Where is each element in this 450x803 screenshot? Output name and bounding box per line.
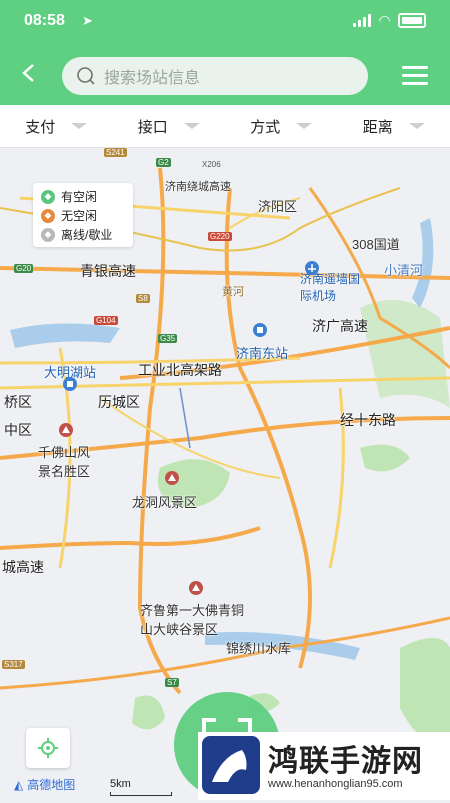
search-icon: [76, 66, 96, 86]
chevron-left-icon: [18, 62, 40, 84]
road-tag: S241: [104, 148, 127, 157]
filter-label: 方式: [250, 116, 280, 137]
app-header: 08:58 ➤ ◠ 搜索场站信息: [0, 0, 450, 105]
map-label: 青银高速: [80, 261, 136, 281]
scenic-spot-icon[interactable]: [58, 422, 74, 438]
amap-logo-icon: ◭: [14, 778, 23, 792]
attribution-label: 高德地图: [27, 776, 75, 793]
search-placeholder: 搜索场站信息: [104, 64, 200, 88]
road-tag: G2: [156, 158, 171, 167]
map-label: 济南绕城高速: [165, 178, 231, 194]
caret-down-icon: [71, 123, 87, 129]
train-station-icon[interactable]: [62, 376, 78, 392]
watermark-banner: 鸿联手游网 www.henanhonglian95.com: [198, 732, 450, 800]
map-label: 历城区: [98, 392, 140, 412]
road-tag: G20: [14, 264, 33, 273]
filter-mode[interactable]: 方式: [225, 105, 338, 147]
road-tag: G104: [94, 316, 118, 325]
map-label: 济广高速: [312, 316, 368, 336]
road-tag: S8: [136, 294, 150, 303]
map-label: 308国道: [352, 234, 400, 253]
watermark-logo: [202, 736, 260, 794]
scenic-spot-icon[interactable]: [188, 580, 204, 596]
wifi-icon: ◠: [379, 12, 390, 29]
map-label: 桥区: [4, 392, 32, 412]
battery-icon: [398, 13, 426, 28]
filter-distance[interactable]: 距离: [338, 105, 450, 147]
scale-bar: [110, 792, 172, 796]
filter-connector[interactable]: 接口: [113, 105, 226, 147]
list-menu-button[interactable]: [402, 66, 428, 86]
map-label: 齐鲁第一大佛青铜山大峡谷景区: [140, 600, 250, 638]
road-tag: G35: [158, 334, 177, 343]
train-station-icon[interactable]: [252, 322, 268, 338]
caret-down-icon: [409, 123, 425, 129]
watermark-title: 鸿联手游网: [268, 736, 423, 780]
map-label: 中区: [4, 420, 32, 440]
map-label: 济南东站: [236, 343, 288, 362]
status-bar: 08:58 ➤ ◠: [24, 12, 426, 32]
crosshair-icon: [37, 737, 59, 759]
map-label: 小清河: [384, 260, 423, 279]
road-tag: G220: [208, 232, 232, 241]
map-label: 黄河: [222, 283, 244, 299]
location-arrow-icon: ➤: [82, 13, 93, 29]
locate-me-button[interactable]: [26, 728, 70, 768]
airport-icon[interactable]: [304, 260, 320, 276]
filter-label: 距离: [363, 116, 393, 137]
caret-down-icon: [296, 123, 312, 129]
horse-logo-icon: [202, 736, 260, 794]
road-tag: S7: [165, 678, 179, 687]
legend-item-available: ◆ 有空闲: [41, 187, 125, 206]
legend-label: 无空闲: [61, 207, 97, 224]
map-label: 工业北高架路: [138, 360, 222, 380]
map-attribution: ◭ 高德地图: [14, 776, 75, 793]
busy-icon: ◆: [41, 209, 55, 223]
watermark-url: www.henanhonglian95.com: [268, 778, 403, 790]
signal-icon: [353, 14, 371, 27]
scale-label: 5km: [110, 778, 131, 790]
offline-icon: ◆: [41, 228, 55, 242]
search-input[interactable]: 搜索场站信息: [62, 57, 368, 95]
station-status-legend: ◆ 有空闲 ◆ 无空闲 ◆ 离线/歇业: [33, 183, 133, 247]
legend-label: 离线/歇业: [61, 226, 112, 243]
status-time: 08:58: [24, 12, 65, 30]
legend-item-busy: ◆ 无空闲: [41, 206, 125, 225]
map-label: 龙洞风景区: [132, 492, 197, 511]
filter-bar: 支付 接口 方式 距离: [0, 105, 450, 148]
legend-item-offline: ◆ 离线/歇业: [41, 225, 125, 244]
map-label: 济阳区: [258, 196, 297, 215]
filter-label: 接口: [138, 116, 168, 137]
available-icon: ◆: [41, 190, 55, 204]
legend-label: 有空闲: [61, 188, 97, 205]
road-tag: X206: [200, 160, 223, 169]
scenic-spot-icon[interactable]: [164, 470, 180, 486]
map-label: 千佛山风景名胜区: [38, 442, 100, 480]
filter-label: 支付: [25, 116, 55, 137]
road-tag: S317: [2, 660, 25, 669]
caret-down-icon: [184, 123, 200, 129]
map-label: 经十东路: [340, 410, 396, 430]
map-label: 城高速: [2, 557, 44, 577]
back-button[interactable]: [18, 62, 40, 84]
filter-payment[interactable]: 支付: [0, 105, 113, 147]
map-label: 锦绣川水库: [226, 638, 291, 657]
